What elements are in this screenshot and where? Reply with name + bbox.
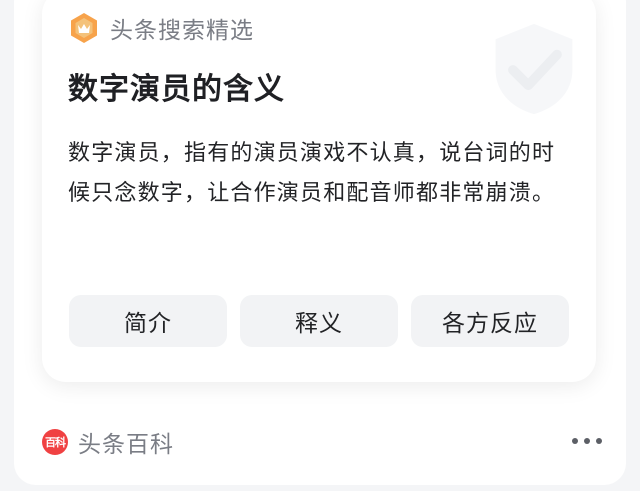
dot [572, 438, 578, 444]
chip-meaning-button[interactable]: 释义 [240, 295, 398, 347]
card-title[interactable]: 数字演员的含义 [68, 64, 285, 108]
search-pick-badge-icon [71, 13, 97, 43]
more-dots-icon[interactable] [572, 436, 602, 446]
card-header: 头条搜索精选 [68, 8, 254, 48]
dot [584, 438, 590, 444]
chip-row: 简介 释义 各方反应 [69, 295, 582, 347]
chip-intro-button[interactable]: 简介 [69, 295, 227, 347]
card-description: 数字演员，指有的演员演戏不认真，说台词的时候只念数字，让合作演员和配音师都非常崩… [68, 141, 556, 206]
page: 头条搜索精选 数字演员的含义 数字演员，指有的演员演戏不认真，说台词的时候只念数… [0, 0, 640, 491]
baike-icon: 百科 [42, 429, 68, 455]
source-footer: 百科 头条百科 [42, 424, 602, 460]
checkmark-watermark-icon [495, 23, 573, 115]
chip-reactions-button[interactable]: 各方反应 [411, 295, 569, 347]
answer-card[interactable]: 头条搜索精选 数字演员的含义 数字演员，指有的演员演戏不认真，说台词的时候只念数… [42, 0, 596, 382]
source-label[interactable]: 头条百科 [78, 425, 174, 459]
header-label: 头条搜索精选 [110, 18, 254, 44]
dot [596, 438, 602, 444]
